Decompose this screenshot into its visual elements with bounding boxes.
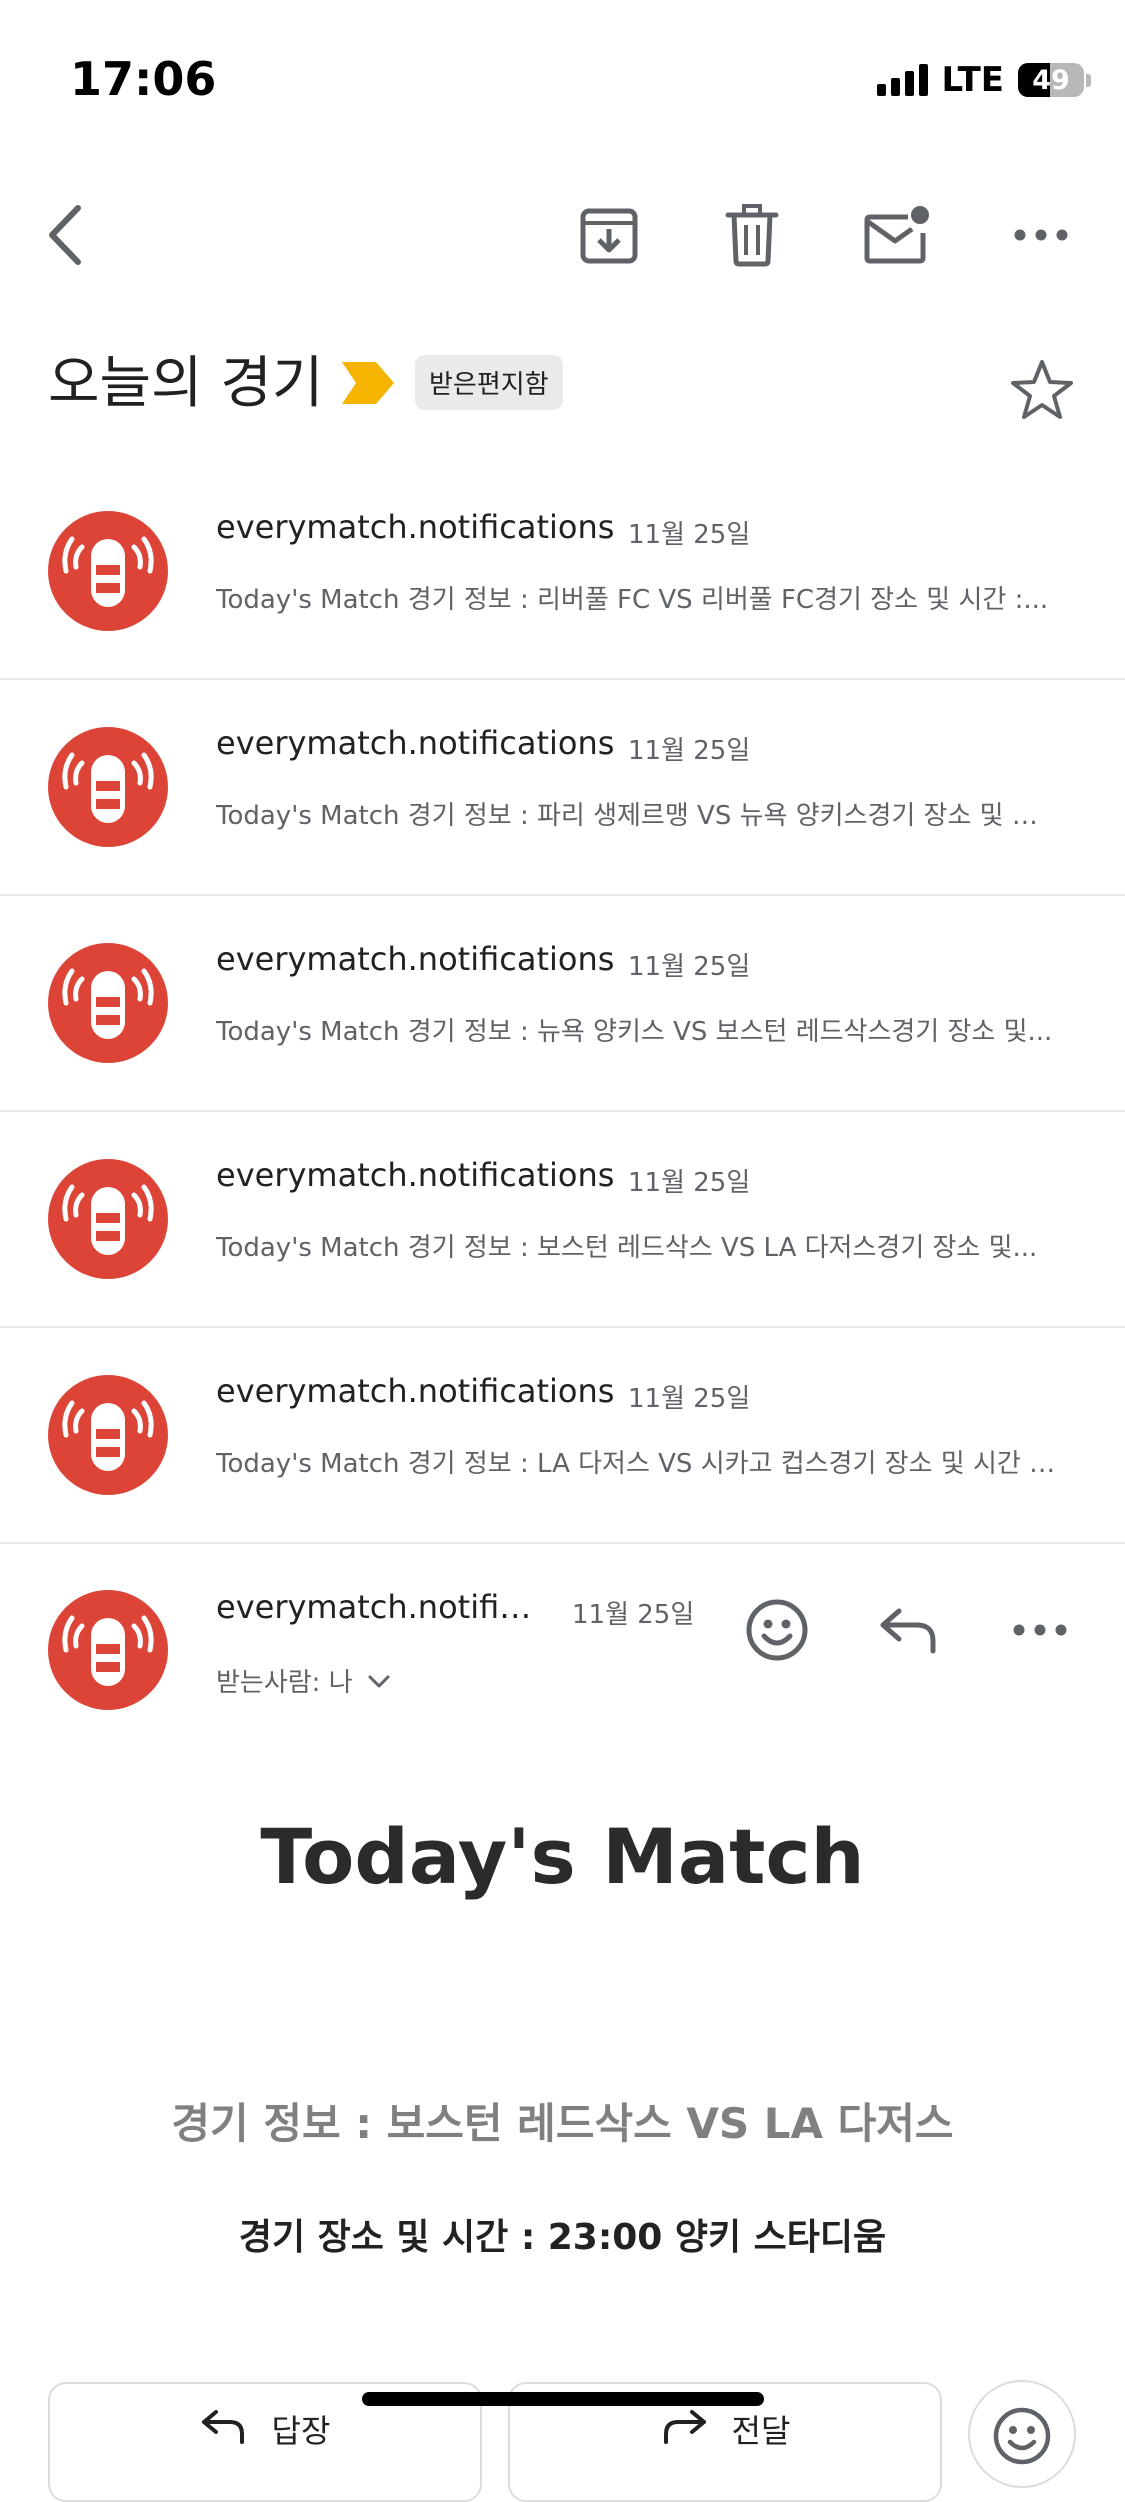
message-snippet: Today's Match 경기 정보 : 보스턴 레드삭스 VS LA 다저스… — [216, 1233, 1038, 1263]
chevron-down-icon — [368, 1675, 390, 1687]
recipients-toggle[interactable]: 받는사람: 나 — [216, 1662, 391, 1699]
message-item[interactable]: everymatch.notifications 11월 25일 Today's… — [0, 894, 1125, 1112]
more-icon — [1014, 229, 1068, 241]
status-bar: 17:06 LTE 49 — [0, 0, 1125, 150]
sender-name: everymatch.notifications — [216, 724, 615, 762]
message-item[interactable]: everymatch.notifications 11월 25일 Today's… — [0, 1110, 1125, 1328]
battery-cap — [1086, 73, 1091, 87]
sender-name: everymatch.notifications — [216, 508, 615, 546]
battery-level: 49 — [1032, 64, 1070, 96]
message-date: 11월 25일 — [572, 1600, 695, 1630]
smiley-icon — [993, 2407, 1051, 2465]
sender-name: everymatch.notifications — [216, 1372, 615, 1410]
message-snippet: Today's Match 경기 정보 : 파리 생제르맹 VS 뉴욕 양키스경… — [216, 801, 1056, 831]
sender-name: everymatch.notifications — [216, 1156, 615, 1194]
more-options-button[interactable] — [996, 190, 1086, 280]
emoji-reaction-bottom-button[interactable] — [968, 2380, 1076, 2488]
message-snippet: Today's Match 경기 정보 : 리버풀 FC VS 리버풀 FC경기… — [216, 585, 1049, 615]
smiley-icon — [746, 1599, 808, 1661]
thread-subject: 오늘의 경기 — [48, 351, 324, 416]
home-indicator[interactable] — [362, 2392, 764, 2406]
sender-avatar-icon — [48, 1375, 168, 1495]
message-snippet: Today's Match 경기 정보 : 뉴욕 양키스 VS 보스턴 레드삭스… — [216, 1017, 1053, 1047]
match-info: 경기 정보 : 보스턴 레드삭스 VS LA 다저스 — [171, 2099, 954, 2148]
back-arrow-icon — [49, 205, 81, 265]
status-indicators: LTE 49 — [876, 60, 1091, 100]
message-date: 11월 25일 — [628, 1168, 751, 1198]
cellular-signal-icon — [876, 64, 928, 96]
recipients-label: 받는사람: 나 — [216, 1668, 353, 1698]
importance-marker-icon[interactable] — [342, 362, 394, 404]
message-date: 11월 25일 — [628, 1384, 751, 1414]
mark-unread-icon — [864, 206, 929, 264]
sender-name: everymatch.notifications — [216, 940, 615, 978]
subject-row: 오늘의 경기 받은편지함 — [48, 330, 1085, 430]
sender-avatar-icon — [48, 1159, 168, 1279]
delete-button[interactable] — [707, 190, 797, 280]
trash-icon — [725, 204, 779, 267]
star-button[interactable] — [1007, 356, 1077, 426]
archive-button[interactable] — [564, 190, 654, 280]
battery-icon: 49 — [1018, 63, 1084, 97]
sender-avatar-icon — [48, 1590, 168, 1710]
forward-icon — [663, 2410, 706, 2444]
sender-name[interactable]: everymatch.notifications — [216, 1588, 546, 1626]
forward-action-label: 전달 — [731, 2412, 791, 2450]
reply-action-label: 답장 — [271, 2412, 331, 2450]
expanded-message: everymatch.notifications 11월 25일 받는사람: 나… — [0, 1542, 1125, 2502]
sender-avatar-icon — [48, 727, 168, 847]
message-item[interactable]: everymatch.notifications 11월 25일 Today's… — [0, 678, 1125, 896]
reply-icon — [201, 2410, 244, 2444]
email-body-heading: Today's Match — [260, 1812, 865, 1901]
sender-avatar-icon — [48, 511, 168, 631]
mark-unread-button[interactable] — [852, 190, 942, 280]
match-time-location: 경기 장소 및 시간 : 23:00 양키 스타디움 — [238, 2217, 887, 2258]
message-date: 11월 25일 — [628, 952, 751, 982]
reply-icon — [880, 1608, 936, 1654]
more-icon — [1013, 1624, 1067, 1636]
archive-icon — [580, 208, 638, 264]
network-type: LTE — [941, 60, 1004, 100]
sender-avatar-icon — [48, 943, 168, 1063]
status-time: 17:06 — [70, 52, 217, 106]
message-snippet: Today's Match 경기 정보 : LA 다저스 VS 시카고 컵스경기… — [216, 1449, 1056, 1479]
message-date: 11월 25일 — [628, 736, 751, 766]
star-icon — [1011, 360, 1073, 419]
back-button[interactable] — [20, 190, 110, 280]
inbox-label-chip[interactable]: 받은편지함 — [415, 355, 563, 410]
emoji-reaction-button[interactable] — [737, 1590, 817, 1670]
message-item[interactable]: everymatch.notifications 11월 25일 Today's… — [0, 1326, 1125, 1544]
mail-toolbar — [0, 190, 1125, 280]
message-more-button[interactable] — [1000, 1590, 1080, 1670]
reply-button[interactable] — [869, 1590, 949, 1670]
message-item[interactable]: everymatch.notifications 11월 25일 Today's… — [0, 462, 1125, 680]
message-date: 11월 25일 — [628, 520, 751, 550]
